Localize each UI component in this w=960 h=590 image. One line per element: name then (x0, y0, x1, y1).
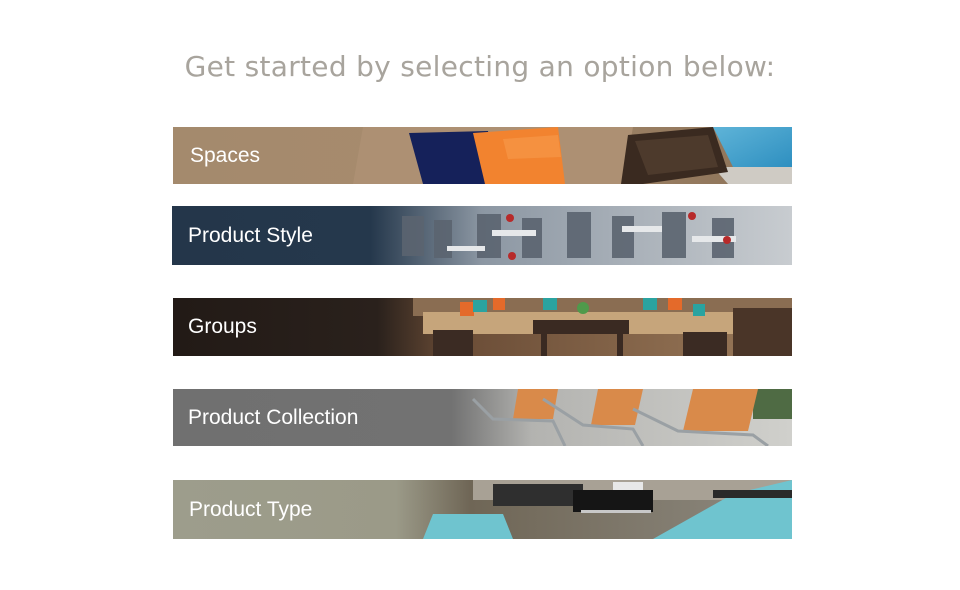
page-heading: Get started by selecting an option below… (184, 50, 776, 83)
option-groups-banner[interactable]: Groups (173, 298, 792, 356)
groups-photo (173, 298, 792, 356)
option-product-collection-banner[interactable]: Product Collection (173, 389, 792, 446)
option-spaces-banner[interactable]: Spaces (173, 127, 792, 184)
option-product-style-label: Product Style (188, 223, 313, 247)
option-groups-label: Groups (188, 315, 257, 338)
spaces-photo (173, 127, 792, 184)
option-product-type-banner[interactable]: Product Type (173, 480, 792, 539)
option-product-collection-label: Product Collection (188, 405, 359, 429)
option-spaces-label: Spaces (190, 143, 261, 167)
option-product-type-label: Product Type (189, 497, 313, 521)
option-product-style-banner[interactable]: Product Style (172, 206, 792, 265)
